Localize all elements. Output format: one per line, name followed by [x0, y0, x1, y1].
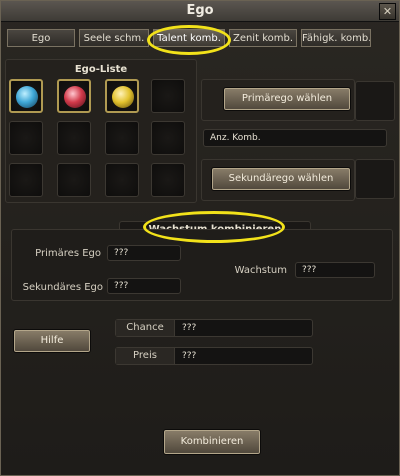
tab-faehigkeit-kombinieren[interactable]: Fähigk. komb. — [301, 29, 371, 47]
price-label: Preis — [116, 348, 175, 364]
tab-zenit-kombinieren[interactable]: Zenit komb. — [229, 29, 297, 47]
ego-slot-11[interactable] — [105, 163, 139, 197]
combination-count-field: Anz. Komb. — [203, 129, 387, 147]
price-field: Preis ??? — [115, 347, 313, 365]
ego-slot-8[interactable] — [151, 121, 185, 155]
ego-slot-6[interactable] — [57, 121, 91, 155]
secondary-ego-preview — [355, 159, 395, 199]
ego-slot-9[interactable] — [9, 163, 43, 197]
ego-slot-2[interactable] — [57, 79, 91, 113]
combination-count-label: Anz. Komb. — [210, 133, 261, 143]
tab-seele-schmieden[interactable]: Seele schm. — [79, 29, 149, 47]
select-secondary-ego-button[interactable]: Sekundärego wählen — [211, 167, 351, 191]
red-ego-orb-icon — [64, 86, 86, 108]
blue-ego-orb-icon — [16, 86, 38, 108]
chance-field: Chance ??? — [115, 319, 313, 337]
yellow-ego-orb-icon — [112, 86, 134, 108]
ego-slot-10[interactable] — [57, 163, 91, 197]
secondary-ego-value: ??? — [107, 278, 181, 294]
select-primary-ego-button[interactable]: Primärego wählen — [223, 87, 351, 111]
ego-window: Ego ✕ Ego Seele schm. Talent komb. Zenit… — [0, 0, 400, 476]
window-title-text: Ego — [186, 3, 214, 18]
tab-ego[interactable]: Ego — [7, 29, 75, 47]
combine-button[interactable]: Kombinieren — [163, 429, 261, 455]
ego-slot-4[interactable] — [151, 79, 185, 113]
help-button[interactable]: Hilfe — [13, 329, 91, 353]
ego-slot-3[interactable] — [105, 79, 139, 113]
chance-value: ??? — [182, 323, 197, 333]
primary-ego-preview — [355, 81, 395, 121]
ego-slot-5[interactable] — [9, 121, 43, 155]
primary-ego-value: ??? — [107, 245, 181, 261]
primary-ego-label: Primäres Ego — [35, 248, 101, 259]
ego-slot-12[interactable] — [151, 163, 185, 197]
close-button[interactable]: ✕ — [379, 3, 396, 20]
tab-talent-kombinieren[interactable]: Talent komb. — [153, 29, 225, 47]
ego-list-title: Ego-Liste — [74, 64, 128, 75]
growth-value: ??? — [295, 262, 375, 278]
ego-slot-7[interactable] — [105, 121, 139, 155]
price-value: ??? — [182, 351, 197, 361]
growth-label: Wachstum — [234, 265, 287, 276]
window-title: Ego ✕ — [1, 1, 399, 22]
chance-label: Chance — [116, 320, 175, 336]
ego-slot-1[interactable] — [9, 79, 43, 113]
secondary-ego-label: Sekundäres Ego — [22, 282, 103, 293]
